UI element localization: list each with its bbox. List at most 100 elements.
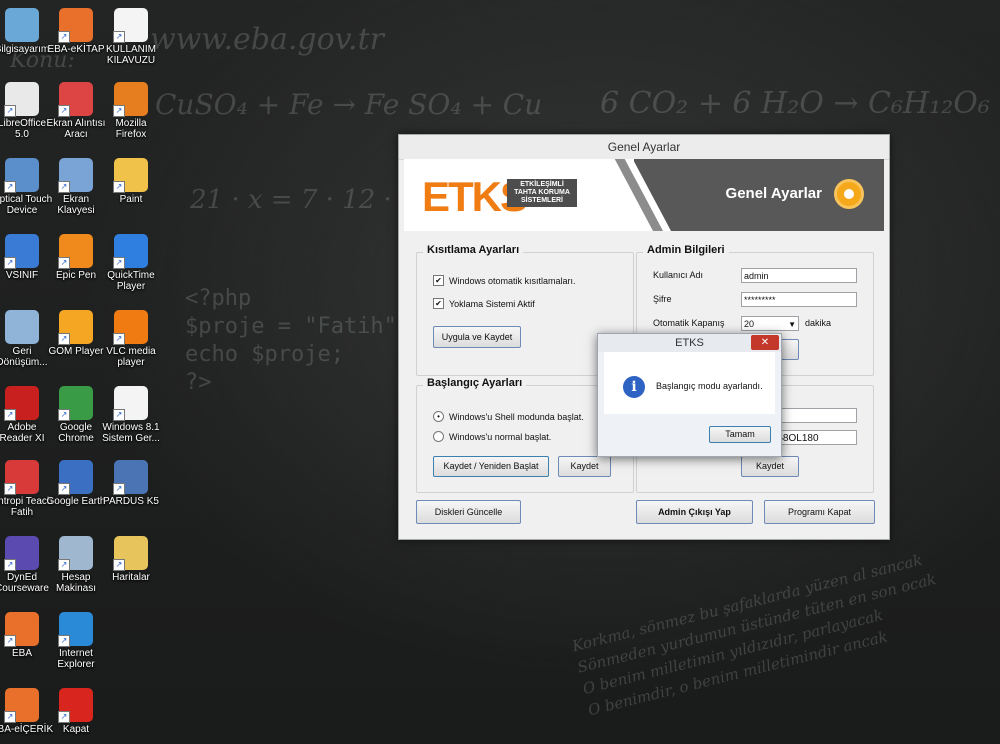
firefox-icon: ↗ [113,82,148,117]
document-icon: ↗ [113,386,148,421]
chrome-icon: ↗ [58,386,93,421]
close-program-button[interactable]: Programı Kapat [764,500,875,524]
libreoffice-icon: ↗ [4,82,39,117]
desktop-icon[interactable]: ↗ VLC media player [99,310,163,368]
shortcut-arrow-icon: ↗ [58,257,70,269]
dialog-message: Başlangıç modu ayarlandı. [656,381,763,391]
desktop-icon-label: Haritalar [112,572,150,583]
eba-icon: ↗ [4,612,39,647]
desktop-icon-label: Windows 8.1 Sistem Ger... [102,422,160,444]
virtualbox-icon: ↗ [113,460,148,495]
power-icon: ↗ [58,688,93,723]
users-icon: ↗ [4,234,39,269]
etks-logo-subtitle: ETKİLEŞİMLİ TAHTA KORUMA SİSTEMLERİ [507,179,577,207]
password-field[interactable]: ********* [741,292,857,307]
admin-logout-button[interactable]: Admin Çıkışı Yap [636,500,753,524]
shortcut-arrow-icon: ↗ [4,635,16,647]
shortcut-arrow-icon: ↗ [4,181,16,193]
desktop-icon[interactable]: ↗ Haritalar [99,536,163,583]
calculator-icon: ↗ [58,536,93,571]
gear-icon [834,179,864,209]
shortcut-arrow-icon: ↗ [4,257,16,269]
close-icon[interactable]: ✕ [751,335,779,350]
background-chalk-art: <?php $proje = "Fatih"; echo $proje; ?> [185,286,411,395]
shortcut-arrow-icon: ↗ [113,31,125,43]
google-earth-icon: ↗ [58,460,93,495]
admin-info-legend: Admin Bilgileri [643,244,729,256]
background-chalk-art: 21 · x = 7 · 12 · 11 [190,185,434,215]
shortcut-arrow-icon: ↗ [4,105,16,117]
snipping-tool-icon: ↗ [58,82,93,117]
radio-selected-icon: • [433,411,444,422]
desktop-icon[interactable]: ↗ QuickTime Player [99,234,163,292]
shortcut-arrow-icon: ↗ [58,105,70,117]
startup-settings-legend: Başlangıç Ayarları [423,377,527,389]
checkbox-checked-icon: ✔ [433,275,444,286]
autoclose-label: Otomatik Kapanış [653,318,725,328]
pen-icon: ↗ [58,234,93,269]
desktop-icon-label: Mozilla Firefox [115,118,147,140]
shell-mode-radio[interactable]: • Windows'u Shell modunda başlat. [433,411,584,422]
username-field[interactable]: admin [741,268,857,283]
shortcut-arrow-icon: ↗ [58,483,70,495]
eba-ekitap-icon: ↗ [58,8,93,43]
desktop-icon[interactable]: ↗ Mozilla Firefox [99,82,163,140]
banner-title: Genel Ayarlar [725,185,822,202]
windows-restrictions-checkbox[interactable]: ✔ Windows otomatik kısıtlamaları. [433,275,576,286]
desktop-icon-label: Paint [119,194,143,205]
shortcut-arrow-icon: ↗ [58,31,70,43]
shortcut-arrow-icon: ↗ [58,635,70,647]
desktop-icon[interactable]: ↗ Windows 8.1 Sistem Ger... [99,386,163,444]
shortcut-arrow-icon: ↗ [113,257,125,269]
info-icon: i [623,376,645,398]
radio-unselected-icon [433,431,444,442]
desktop-icon[interactable]: ↗ Internet Explorer [44,612,108,670]
restriction-settings-legend: Kısıtlama Ayarları [423,244,524,256]
desktop-icon-label: VLC media player [106,346,156,368]
background-chalk-art: CuSO₄ + Fe → Fe SO₄ + Cu [155,88,543,121]
ok-button[interactable]: Tamam [709,426,771,443]
shortcut-arrow-icon: ↗ [4,483,16,495]
shortcut-arrow-icon: ↗ [113,483,125,495]
normal-mode-radio[interactable]: Windows'u normal başlat. [433,431,551,442]
computer-icon [5,8,39,42]
desktop-icon-label: PARDUS K5 [103,496,159,507]
paint-icon: ↗ [113,158,148,193]
desktop-icon-label: QuickTime Player [107,270,155,292]
update-disks-button[interactable]: Diskleri Güncelle [416,500,521,524]
shortcut-arrow-icon: ↗ [58,333,70,345]
shortcut-arrow-icon: ↗ [58,559,70,571]
background-chalk-art: www.eba.gov.tr [150,22,384,57]
desktop-icon-label: Internet Explorer [57,648,95,670]
background-chalk-art: 6 CO₂ + 6 H₂O → C₆H₁₂O₆ + 6 [600,86,1000,121]
desktop-icon-label: KULLANIM KILAVUZU [105,44,156,66]
startup-save-button[interactable]: Kaydet [558,456,611,477]
dialog-body: i Başlangıç modu ayarlandı. [604,352,775,414]
autoclose-unit: dakika [805,318,832,328]
desktop-icon[interactable]: ↗ Kapat [44,688,108,735]
desktop-icon[interactable]: ↗ PARDUS K5 [99,460,163,507]
shortcut-arrow-icon: ↗ [113,105,125,117]
vlc-icon: ↗ [113,310,148,345]
username-label: Kullanıcı Adı [653,270,704,280]
dialog-title: ETKS [675,337,704,349]
shortcut-arrow-icon: ↗ [113,333,125,345]
recycle-bin-icon [5,310,39,344]
quicktime-icon: ↗ [113,234,148,269]
message-dialog: ETKS ✕ i Başlangıç modu ayarlandı. Tamam [597,333,782,457]
antropi-icon: ↗ [4,460,39,495]
desktop-icon[interactable]: ↗ KULLANIM KILAVUZU [99,8,163,66]
desktop-icon[interactable]: ↗ Paint [99,158,163,205]
checkbox-checked-icon: ✔ [433,298,444,309]
shortcut-arrow-icon: ↗ [4,409,16,421]
shortcut-arrow-icon: ↗ [58,181,70,193]
shortcut-arrow-icon: ↗ [113,559,125,571]
shortcut-arrow-icon: ↗ [4,711,16,723]
autoclose-select[interactable]: 20 ▼ [741,316,799,331]
attendance-system-checkbox[interactable]: ✔ Yoklama Sistemi Aktif [433,298,535,309]
dialog-titlebar: ETKS ✕ [598,334,781,352]
license-save-button[interactable]: Kaydet [741,456,799,477]
keyboard-icon: ↗ [58,158,93,193]
save-restart-button[interactable]: Kaydet / Yeniden Başlat [433,456,549,477]
apply-save-button[interactable]: Uygula ve Kaydet [433,326,521,348]
